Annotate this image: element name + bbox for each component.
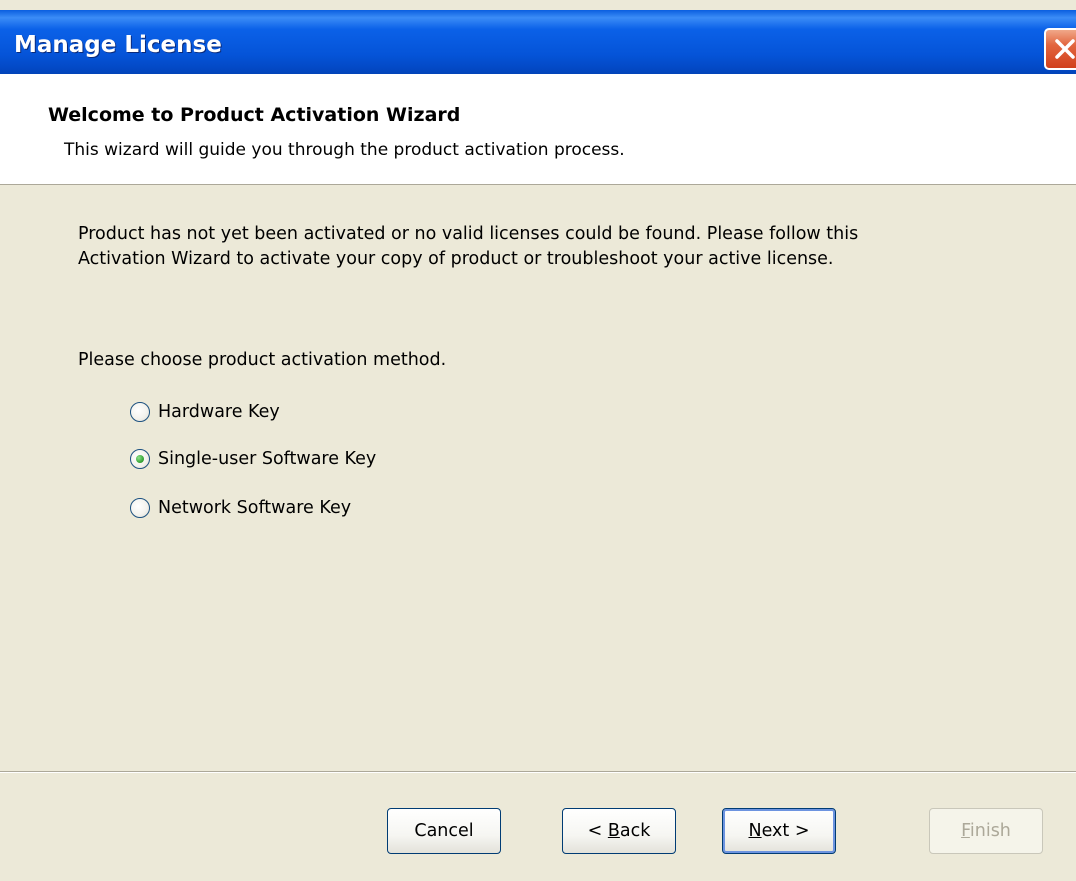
back-arrow-text: <: [587, 821, 608, 841]
network-software-key-option[interactable]: Network Software Key: [130, 495, 351, 521]
back-label-rest: ack: [619, 821, 651, 841]
network-software-key-label[interactable]: Network Software Key: [158, 498, 351, 518]
finish-label-rest: inish: [969, 821, 1011, 841]
next-button[interactable]: Next >: [722, 808, 836, 854]
wizard-header: Welcome to Product Activation Wizard Thi…: [0, 74, 1076, 185]
back-mnemonic: B: [607, 821, 620, 841]
cancel-button[interactable]: Cancel: [387, 808, 501, 854]
wizard-title: Welcome to Product Activation Wizard: [48, 104, 461, 126]
hardware-key-radio[interactable]: [130, 402, 150, 422]
window-title: Manage License: [14, 32, 222, 58]
close-button[interactable]: [1044, 28, 1076, 70]
back-button[interactable]: < Back: [562, 808, 676, 854]
cancel-button-label: Cancel: [414, 821, 474, 841]
manage-license-dialog: Manage License Welcome to Product Activa…: [0, 0, 1076, 881]
network-software-key-radio[interactable]: [130, 498, 150, 518]
activation-message-line-2: Activation Wizard to activate your copy …: [78, 249, 834, 269]
activation-message-line-1: Product has not yet been activated or no…: [78, 224, 859, 244]
finish-button-label: Finish: [961, 821, 1011, 841]
single-user-software-key-option[interactable]: Single-user Software Key: [130, 446, 376, 472]
finish-button[interactable]: Finish: [929, 808, 1043, 854]
footer-divider: [0, 771, 1076, 773]
title-bar[interactable]: Manage License: [0, 10, 1076, 74]
next-mnemonic: N: [748, 821, 762, 841]
hardware-key-label[interactable]: Hardware Key: [158, 402, 280, 422]
activation-message: Product has not yet been activated or no…: [78, 222, 1038, 272]
close-icon: [1055, 39, 1075, 59]
hardware-key-option[interactable]: Hardware Key: [130, 399, 280, 425]
next-label-rest: ext >: [761, 821, 810, 841]
wizard-subtitle: This wizard will guide you through the p…: [64, 140, 625, 160]
single-user-software-key-label[interactable]: Single-user Software Key: [158, 449, 376, 469]
next-button-label: Next >: [749, 821, 810, 841]
finish-mnemonic: F: [961, 821, 970, 841]
back-button-label: < Back: [588, 821, 651, 841]
single-user-software-key-radio[interactable]: [130, 449, 150, 469]
choose-method-label: Please choose product activation method.: [78, 350, 447, 370]
